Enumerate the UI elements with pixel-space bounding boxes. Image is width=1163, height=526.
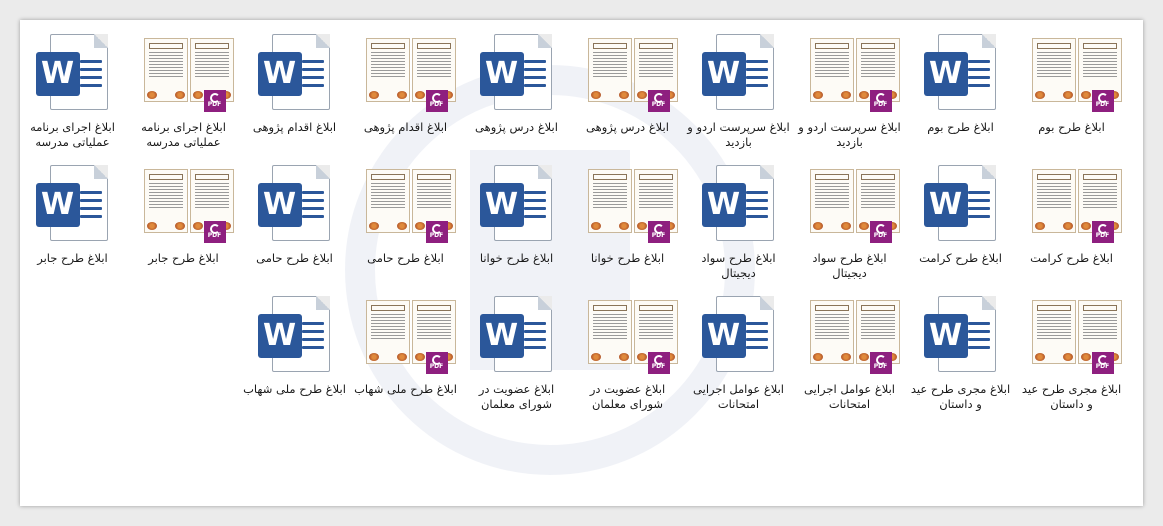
pdf-file-icon: PDF — [143, 32, 234, 112]
file-name-label: ابلاغ عوامل اجرایی امتحانات — [693, 382, 784, 411]
file-item[interactable]: W ابلاغ طرح خوانا — [461, 163, 572, 294]
pdf-file-icon: PDF — [1031, 32, 1122, 112]
file-item[interactable]: W ابلاغ اقدام پژوهی — [239, 32, 350, 163]
file-name-label: ابلاغ درس پژوهی — [475, 120, 558, 134]
word-file-icon: W — [255, 32, 335, 112]
pdf-file-icon: PDF — [143, 163, 234, 243]
file-name-label: ابلاغ عضویت در شورای معلمان — [478, 382, 555, 411]
file-item[interactable]: W ابلاغ عوامل اجرایی امتحانات — [683, 294, 794, 425]
file-item[interactable]: W ابلاغ طرح کرامت — [905, 163, 1016, 294]
pdf-file-icon: PDF — [365, 163, 456, 243]
word-file-icon: W — [33, 163, 113, 243]
file-name-label: ابلاغ اقدام پژوهی — [252, 120, 337, 134]
word-file-icon: W — [699, 294, 779, 374]
file-name-label: ابلاغ مجری طرح عید و داستان — [910, 382, 1011, 411]
word-file-icon: W — [33, 32, 113, 112]
pdf-file-icon: PDF — [1031, 163, 1122, 243]
file-name-label: ابلاغ طرح سواد دیجیتال — [701, 251, 776, 280]
file-item[interactable]: PDF ابلاغ طرح کرامت — [1016, 163, 1127, 294]
pdf-file-icon: PDF — [809, 32, 900, 112]
file-name-label: ابلاغ طرح ملی شهاب — [243, 382, 346, 396]
file-item[interactable]: PDF ابلاغ طرح حامی — [350, 163, 461, 294]
pdf-file-icon: PDF — [1031, 294, 1122, 374]
file-name-label: ابلاغ طرح کرامت — [919, 251, 1002, 265]
file-item[interactable]: W ابلاغ عضویت در شورای معلمان — [461, 294, 572, 425]
file-name-label: ابلاغ مجری طرح عید و داستان — [1021, 382, 1122, 411]
file-item[interactable]: PDF ابلاغ طرح ملی شهاب — [350, 294, 461, 425]
file-name-label: ابلاغ طرح بوم — [1038, 120, 1105, 134]
file-name-label: ابلاغ سرپرست اردو و بازدید — [687, 120, 790, 149]
pdf-file-icon: PDF — [587, 294, 678, 374]
pdf-file-icon: PDF — [809, 163, 900, 243]
file-item[interactable]: PDF ابلاغ اجرای برنامه عملیاتی مدرسه — [128, 32, 239, 163]
file-item[interactable]: W ابلاغ سرپرست اردو و بازدید — [683, 32, 794, 163]
file-name-label: ابلاغ طرح خوانا — [479, 251, 554, 265]
file-item[interactable]: PDF ابلاغ طرح بوم — [1016, 32, 1127, 163]
file-name-label: ابلاغ اقدام پژوهی — [363, 120, 448, 134]
pdf-file-icon: PDF — [365, 32, 456, 112]
pdf-file-icon: PDF — [809, 294, 900, 374]
file-name-label: ابلاغ طرح کرامت — [1030, 251, 1113, 265]
file-name-label: ابلاغ طرح جابر — [148, 251, 219, 265]
word-file-icon: W — [477, 294, 557, 374]
pdf-file-icon: PDF — [587, 163, 678, 243]
file-name-label: ابلاغ طرح حامی — [256, 251, 333, 265]
file-item[interactable]: PDF ابلاغ طرح سواد دیجیتال — [794, 163, 905, 294]
word-file-icon: W — [921, 294, 1001, 374]
file-item[interactable]: W ابلاغ طرح بوم — [905, 32, 1016, 163]
file-name-label: ابلاغ اجرای برنامه عملیاتی مدرسه — [141, 120, 226, 149]
file-item[interactable]: W ابلاغ طرح حامی — [239, 163, 350, 294]
word-file-icon: W — [255, 163, 335, 243]
word-file-icon: W — [477, 32, 557, 112]
file-name-label: ابلاغ اجرای برنامه عملیاتی مدرسه — [30, 120, 115, 149]
word-file-icon: W — [699, 163, 779, 243]
word-file-icon: W — [477, 163, 557, 243]
file-explorer-window: PDF ابلاغ طرح بوم W ابلاغ طرح بوم PDF ابلاغ س… — [20, 20, 1143, 506]
file-item[interactable]: PDF ابلاغ عوامل اجرایی امتحانات — [794, 294, 905, 425]
file-item[interactable]: PDF ابلاغ درس پژوهی — [572, 32, 683, 163]
file-item[interactable]: PDF ابلاغ عضویت در شورای معلمان — [572, 294, 683, 425]
file-item[interactable]: PDF ابلاغ سرپرست اردو و بازدید — [794, 32, 905, 163]
file-name-label: ابلاغ درس پژوهی — [586, 120, 669, 134]
file-name-label: ابلاغ عوامل اجرایی امتحانات — [804, 382, 895, 411]
file-item[interactable]: PDF ابلاغ اقدام پژوهی — [350, 32, 461, 163]
file-item[interactable]: PDF ابلاغ مجری طرح عید و داستان — [1016, 294, 1127, 425]
file-name-label: ابلاغ طرح بوم — [927, 120, 994, 134]
file-name-label: ابلاغ طرح سواد دیجیتال — [812, 251, 887, 280]
pdf-file-icon: PDF — [587, 32, 678, 112]
file-name-label: ابلاغ طرح خوانا — [590, 251, 665, 265]
word-file-icon: W — [699, 32, 779, 112]
file-name-label: ابلاغ عضویت در شورای معلمان — [589, 382, 666, 411]
file-item[interactable]: W ابلاغ اجرای برنامه عملیاتی مدرسه — [20, 32, 128, 163]
word-file-icon: W — [255, 294, 335, 374]
file-item[interactable]: W ابلاغ طرح سواد دیجیتال — [683, 163, 794, 294]
file-item[interactable]: W ابلاغ مجری طرح عید و داستان — [905, 294, 1016, 425]
pdf-file-icon: PDF — [365, 294, 456, 374]
file-item[interactable]: PDF ابلاغ طرح خوانا — [572, 163, 683, 294]
file-name-label: ابلاغ طرح ملی شهاب — [354, 382, 457, 396]
file-name-label: ابلاغ طرح حامی — [367, 251, 444, 265]
file-name-label: ابلاغ سرپرست اردو و بازدید — [798, 120, 901, 149]
file-name-label: ابلاغ طرح جابر — [37, 251, 108, 265]
word-file-icon: W — [921, 163, 1001, 243]
file-grid: PDF ابلاغ طرح بوم W ابلاغ طرح بوم PDF ابلاغ س… — [20, 20, 1143, 506]
file-item[interactable]: W ابلاغ درس پژوهی — [461, 32, 572, 163]
file-item[interactable]: W ابلاغ طرح جابر — [20, 163, 128, 294]
word-file-icon: W — [921, 32, 1001, 112]
file-item[interactable]: PDF ابلاغ طرح جابر — [128, 163, 239, 294]
file-item[interactable]: W ابلاغ طرح ملی شهاب — [239, 294, 350, 425]
